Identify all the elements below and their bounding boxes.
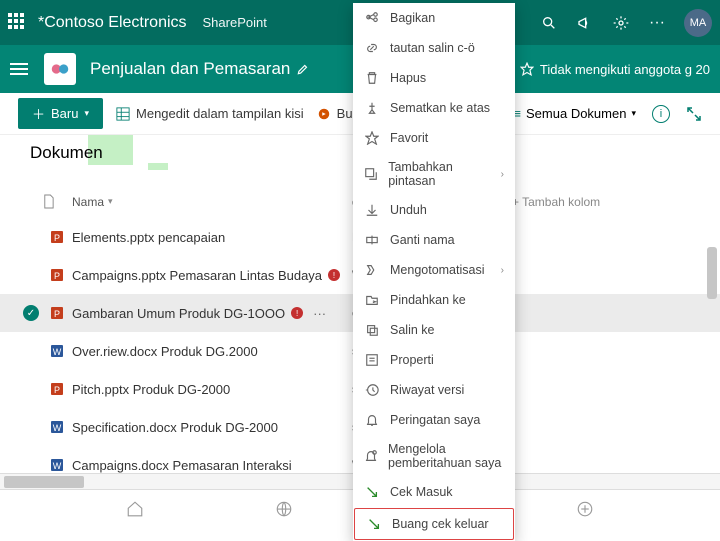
mi-pin[interactable]: Sematkan ke atas — [353, 93, 515, 123]
svg-text:P: P — [54, 271, 60, 281]
file-name[interactable]: Pitch.pptx Produk DG-2000 — [72, 382, 352, 397]
svg-text:P: P — [54, 385, 60, 395]
mi-properties[interactable]: Properti — [353, 345, 515, 375]
trash-icon — [364, 70, 380, 86]
checkin-icon — [364, 484, 380, 500]
flow-icon — [364, 262, 380, 278]
edit-grid-button[interactable]: Mengedit dalam tampilan kisi — [115, 106, 304, 122]
vertical-scrollbar[interactable] — [706, 235, 718, 470]
plus-icon: ＋ — [32, 104, 45, 123]
properties-icon — [364, 352, 380, 368]
mi-copylink[interactable]: tautan salin c-ö — [353, 33, 515, 63]
library-title: Dokumen — [30, 143, 103, 162]
file-name[interactable]: Gambaran Umum Produk DG-1OOO ! ··· — [72, 306, 352, 321]
new-button[interactable]: ＋ Baru ▾ — [18, 98, 103, 129]
context-menu: Bagikan tautan salin c-ö Hapus Sematkan … — [353, 3, 515, 541]
name-header[interactable]: Nama ▾ — [72, 195, 352, 209]
file-type-icon: P — [42, 305, 72, 321]
mi-version[interactable]: Riwayat versi — [353, 375, 515, 405]
add-icon[interactable] — [576, 500, 594, 518]
pin-icon — [364, 100, 380, 116]
chevron-right-icon: › — [501, 169, 504, 180]
file-type-header[interactable] — [42, 194, 72, 209]
mi-shortcut[interactable]: Tambahkan pintasan› — [353, 153, 515, 195]
home-icon[interactable] — [126, 500, 144, 518]
search-icon[interactable] — [540, 14, 558, 32]
chevron-right-icon: › — [501, 265, 504, 276]
add-column[interactable]: + Tambah kolom — [512, 195, 600, 209]
mi-download[interactable]: Unduh — [353, 195, 515, 225]
mi-alert[interactable]: Peringatan saya — [353, 405, 515, 435]
edit-icon[interactable] — [296, 62, 310, 76]
file-type-icon: W — [42, 343, 72, 359]
alert-icon: ! — [328, 269, 340, 281]
file-type-icon: W — [42, 457, 72, 473]
bell-gear-icon — [364, 448, 378, 464]
file-name[interactable]: Over.riew.docx Produk DG.2000 — [72, 344, 352, 359]
expand-icon[interactable] — [686, 106, 702, 122]
globe-icon[interactable] — [275, 500, 293, 518]
star-icon — [364, 130, 380, 146]
file-name[interactable]: Specification.docx Produk DG-2000 — [72, 420, 352, 435]
mi-move[interactable]: Pindahkan ke — [353, 285, 515, 315]
more-icon[interactable]: ··· — [648, 14, 666, 32]
site-title: Penjualan dan Pemasaran — [90, 59, 290, 79]
mi-discard-checkout[interactable]: Buang cek keluar — [354, 508, 514, 540]
chevron-down-icon: ▾ — [84, 108, 89, 119]
file-type-icon: P — [42, 381, 72, 397]
svg-text:W: W — [53, 347, 62, 357]
rename-icon — [364, 232, 380, 248]
file-name[interactable]: Elements.pptx pencapaian — [72, 230, 352, 245]
file-name[interactable]: Campaigns.docx Pemasaran Interaksi — [72, 458, 352, 473]
file-type-icon: W — [42, 419, 72, 435]
alert-icon: ! — [291, 307, 303, 319]
svg-text:P: P — [54, 233, 60, 243]
svg-text:W: W — [53, 423, 62, 433]
new-label: Baru — [51, 106, 78, 121]
copy-icon — [364, 322, 380, 338]
shortcut-icon — [364, 166, 378, 182]
bell-icon — [364, 412, 380, 428]
mi-delete[interactable]: Hapus — [353, 63, 515, 93]
mi-share[interactable]: Bagikan — [353, 3, 515, 33]
file-type-icon: P — [42, 229, 72, 245]
product-label: SharePoint — [203, 15, 267, 30]
mi-copy[interactable]: Salin ke — [353, 315, 515, 345]
megaphone-icon[interactable] — [576, 14, 594, 32]
move-icon — [364, 292, 380, 308]
link-icon — [364, 40, 380, 56]
file-type-icon: P — [42, 267, 72, 283]
grid-icon — [115, 106, 131, 122]
mi-checkin[interactable]: Cek Masuk — [353, 477, 515, 507]
follow-area[interactable]: Tidak mengikuti anggota g 20 — [520, 62, 710, 77]
mi-manage-alerts[interactable]: Mengelola pemberitahuan saya — [353, 435, 515, 477]
info-icon[interactable]: i — [652, 105, 670, 123]
row-check[interactable]: ✓ — [20, 305, 42, 321]
hamburger-icon[interactable] — [10, 60, 28, 78]
avatar[interactable]: MA — [684, 9, 712, 37]
view-label: Semua Dokumen — [526, 106, 626, 121]
svg-text:W: W — [53, 461, 62, 471]
mi-rename[interactable]: Ganti nama — [353, 225, 515, 255]
app-launcher-icon[interactable] — [8, 13, 28, 33]
row-more-icon[interactable]: ··· — [313, 306, 326, 321]
site-logo[interactable] — [44, 53, 76, 85]
open-icon — [316, 106, 332, 122]
file-name[interactable]: Campaigns.pptx Pemasaran Lintas Budaya ! — [72, 268, 352, 283]
settings-icon[interactable] — [612, 14, 630, 32]
follow-label: Tidak mengikuti anggota g 20 — [540, 62, 710, 77]
edit-grid-label: Mengedit dalam tampilan kisi — [136, 106, 304, 121]
download-icon — [364, 202, 380, 218]
mi-automate[interactable]: Mengotomatisasi› — [353, 255, 515, 285]
mi-favorite[interactable]: Favorit — [353, 123, 515, 153]
share-icon — [364, 10, 380, 26]
chevron-down-icon: ▾ — [108, 196, 113, 207]
highlight-mark — [148, 163, 168, 170]
view-selector[interactable]: ≡ Semua Dokumen ▾ — [513, 106, 636, 121]
chevron-down-icon: ▾ — [631, 108, 636, 119]
svg-text:P: P — [54, 309, 60, 319]
star-icon — [520, 62, 534, 76]
tenant-title: *Contoso Electronics — [38, 14, 187, 32]
history-icon — [364, 382, 380, 398]
